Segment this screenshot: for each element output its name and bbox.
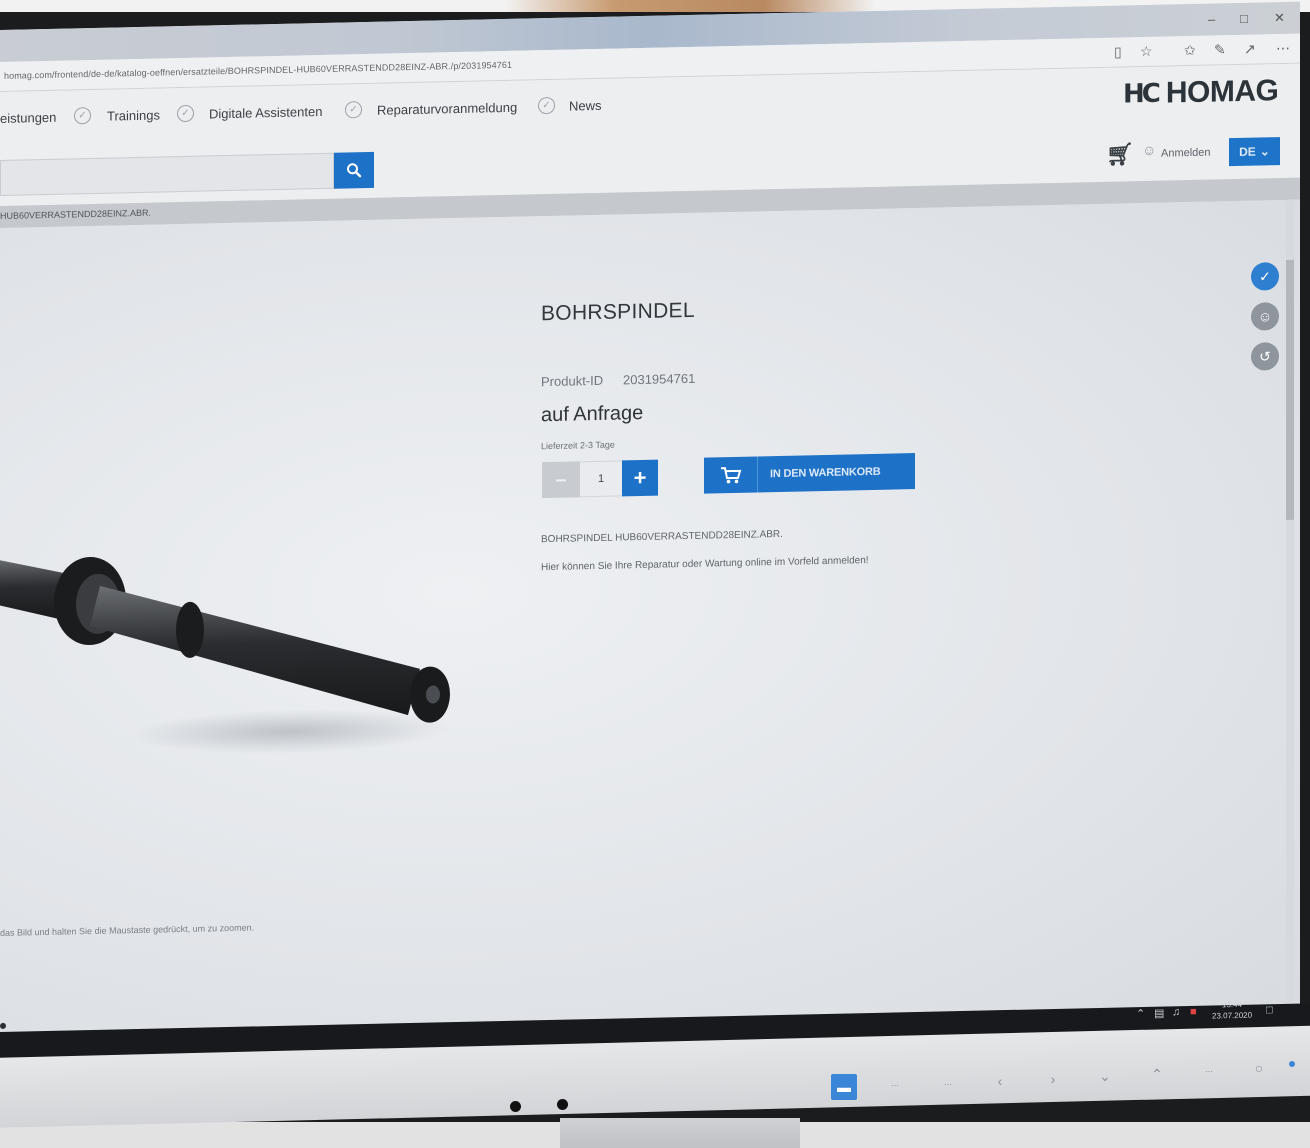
maximize-button[interactable]: □ xyxy=(1240,11,1248,26)
scrollbar-thumb[interactable] xyxy=(1286,259,1294,520)
osd-input-button[interactable]: ▬ xyxy=(831,1074,857,1100)
product-detail: ✓ ☺ ↺ BOHRSPINDEL Produkt-ID 2031954761 … xyxy=(0,199,1300,1058)
nav-item-digitale-assistenten[interactable]: Digitale Assistenten xyxy=(209,104,322,121)
chevron-down-icon: ⌄ xyxy=(1259,144,1270,159)
notification-app-icon[interactable]: ■ xyxy=(1190,1006,1197,1018)
reading-view-icon[interactable]: ▯ xyxy=(1114,44,1122,61)
check-circle-icon: ✓ xyxy=(177,104,194,123)
cart-icon xyxy=(704,456,758,494)
share-icon[interactable]: ↗ xyxy=(1244,41,1256,58)
favorite-star-icon[interactable]: ☆ xyxy=(1140,43,1153,60)
action-center-icon[interactable]: □ xyxy=(1266,1004,1273,1016)
language-selector[interactable]: DE ⌄ xyxy=(1229,137,1280,167)
tray-chevron-icon[interactable]: ⌃ xyxy=(1136,1007,1145,1020)
add-to-cart-label: IN DEN WARENKORB xyxy=(770,465,881,481)
screen: – □ ✕ homag.com/frontend/de-de/katalog-o… xyxy=(0,1,1300,1058)
osd-options-button[interactable]: ⋯ xyxy=(1196,1058,1222,1084)
minimize-button[interactable]: – xyxy=(1208,11,1215,26)
url-text[interactable]: homag.com/frontend/de-de/katalog-oeffnen… xyxy=(4,60,512,81)
quantity-increase-button[interactable]: + xyxy=(622,459,658,497)
osd-mode-button[interactable]: ⋯ xyxy=(935,1071,961,1097)
nav-item-leistungen[interactable]: eistungen xyxy=(0,110,56,126)
search-icon xyxy=(347,163,362,178)
language-label: DE xyxy=(1239,144,1256,159)
system-clock[interactable]: 13:44 23.07.2020 xyxy=(1212,999,1252,1022)
osd-power-button[interactable]: ○ xyxy=(1246,1055,1272,1081)
check-circle-icon: ✓ xyxy=(538,96,555,115)
osd-down-button[interactable]: ⌄ xyxy=(1092,1063,1118,1089)
power-led xyxy=(1289,1061,1295,1067)
cart-icon[interactable]: 🛒︎ xyxy=(1106,141,1134,168)
check-circle-icon: ✓ xyxy=(345,101,362,119)
volume-icon[interactable]: ♫ xyxy=(1172,1006,1180,1018)
product-id-label: Produkt-ID xyxy=(541,372,604,390)
product-id-value: 2031954761 xyxy=(623,370,696,388)
nav-item-reparaturvoranmeldung[interactable]: Reparaturvoranmeldung xyxy=(377,100,517,118)
add-to-cart-button[interactable]: IN DEN WARENKORB xyxy=(704,453,915,494)
osd-right-button[interactable]: › xyxy=(1040,1066,1066,1092)
sensor-dot xyxy=(557,1099,568,1110)
product-description: BOHRSPINDEL HUB60VERRASTENDD28EINZ.ABR. xyxy=(541,528,783,546)
logo-mark: HC xyxy=(1123,78,1158,110)
search-input[interactable] xyxy=(0,152,334,196)
delivery-time: Lieferzeit 2-3 Tage xyxy=(541,439,615,452)
favorites-bar-icon[interactable]: ✩ xyxy=(1184,42,1196,59)
search-button[interactable] xyxy=(334,151,374,189)
breadcrumb-current[interactable]: HUB60VERRASTENDD28EINZ.ABR. xyxy=(0,208,151,221)
share-icon[interactable]: ↺ xyxy=(1251,342,1279,371)
network-icon[interactable]: ▤ xyxy=(1154,1007,1164,1020)
product-price: auf Anfrage xyxy=(541,401,644,427)
clock-date: 23.07.2020 xyxy=(1212,1010,1253,1021)
close-window-button[interactable]: ✕ xyxy=(1274,10,1285,26)
product-image[interactable] xyxy=(0,518,470,768)
check-circle-icon: ✓ xyxy=(74,107,91,125)
login-link[interactable]: Anmelden xyxy=(1161,147,1211,160)
webcam-dot xyxy=(510,1101,521,1112)
osd-menu-button[interactable]: ⋯ xyxy=(882,1072,908,1098)
clock-time: 13:44 xyxy=(1222,999,1243,1010)
user-icon[interactable]: ☺ xyxy=(1142,142,1156,158)
logo-text: HOMAG xyxy=(1165,74,1279,110)
monitor-stand xyxy=(560,1118,800,1148)
pen-icon[interactable]: ✎ xyxy=(1214,41,1226,58)
quantity-input[interactable]: 1 xyxy=(580,460,622,498)
check-action-icon[interactable]: ✓ xyxy=(1251,262,1279,291)
carousel-dot[interactable] xyxy=(0,1022,6,1029)
nav-item-news[interactable]: News xyxy=(569,98,602,114)
contact-person-icon[interactable]: ☺ xyxy=(1251,302,1279,331)
zoom-hint: das Bild und halten Sie die Maustaste ge… xyxy=(0,922,255,938)
quantity-decrease-button[interactable]: – xyxy=(542,461,580,499)
osd-left-button[interactable]: ‹ xyxy=(987,1068,1013,1094)
product-title: BOHRSPINDEL xyxy=(541,298,695,326)
homag-logo[interactable]: HC HOMAG xyxy=(1123,74,1278,111)
repair-info-text: Hier können Sie Ihre Reparatur oder Wart… xyxy=(541,555,869,574)
more-icon[interactable]: ⋯ xyxy=(1276,40,1290,57)
osd-up-button[interactable]: ⌃ xyxy=(1144,1061,1170,1087)
nav-item-trainings[interactable]: Trainings xyxy=(107,108,160,124)
